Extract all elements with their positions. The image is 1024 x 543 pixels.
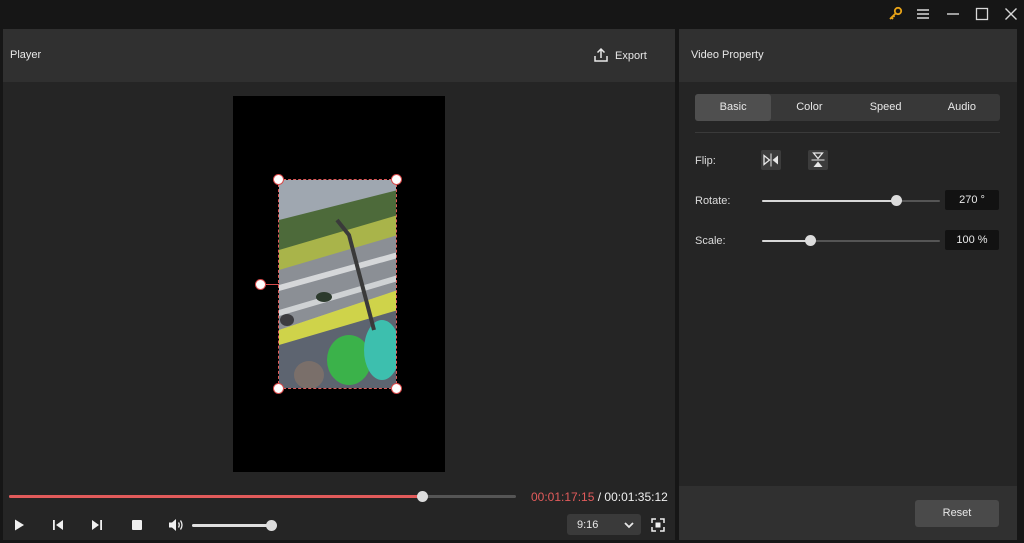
tab-speed[interactable]: Speed [848,94,924,121]
time-display: 00:01:17:15 / 00:01:35:12 [531,490,668,504]
volume-slider[interactable] [192,520,277,531]
video-frame[interactable] [278,179,397,389]
crop-handle-bottom-left[interactable] [273,383,284,394]
property-footer: Reset [679,486,1017,540]
flip-label: Flip: [695,155,716,167]
video-property-panel: Video Property Basic Color Speed Audio F… [679,29,1017,540]
aspect-ratio-value: 9:16 [577,518,599,531]
export-label: Export [615,50,647,62]
player-header: Player Export [3,29,675,82]
crop-handle-top-right[interactable] [391,174,402,185]
progress-knob[interactable] [417,491,429,502]
flip-vertical-button[interactable] [808,150,828,170]
volume-knob[interactable] [266,520,277,531]
player-panel: Player Export 00:01:17:15 / 00:01:35:12 … [3,29,675,540]
volume-fill [192,524,271,527]
export-icon [593,47,609,66]
minimize-icon[interactable] [943,4,963,24]
rotate-handle[interactable] [255,279,266,290]
key-icon[interactable] [886,4,906,24]
tab-color[interactable]: Color [771,94,847,121]
player-title: Player [10,49,42,61]
previous-frame-icon[interactable] [48,515,68,535]
crop-handle-bottom-right[interactable] [391,383,402,394]
flip-horizontal-icon [763,153,778,167]
rotate-knob[interactable] [890,195,902,206]
property-title: Video Property [691,49,764,61]
tab-audio[interactable]: Audio [924,94,1000,121]
maximize-icon[interactable] [972,4,992,24]
preview-canvas [233,96,445,472]
scale-slider[interactable] [762,235,940,246]
rotate-value[interactable]: 270 ° [945,190,999,210]
property-header: Video Property [679,29,1017,82]
progress-bar[interactable] [9,491,516,502]
scale-knob[interactable] [805,235,817,246]
scale-value[interactable]: 100 % [945,230,999,250]
flip-horizontal-button[interactable] [761,150,781,170]
rotate-handle-line [266,284,279,285]
rotate-label: Rotate: [695,195,731,207]
menu-icon[interactable] [913,4,933,24]
tab-basic[interactable]: Basic [695,94,772,121]
volume-icon[interactable] [166,515,186,535]
rotate-slider[interactable] [762,195,940,206]
progress-fill [9,495,423,498]
scale-label: Scale: [695,235,726,247]
scale-fill [762,240,811,242]
current-time: 00:01:17:15 [531,490,595,504]
title-bar [0,0,1024,28]
aspect-ratio-select[interactable]: 9:16 [567,514,641,535]
video-thumbnail [279,180,396,388]
close-icon[interactable] [1001,4,1021,24]
export-button[interactable]: Export [593,45,647,67]
tabs-divider [695,132,1000,133]
next-frame-icon[interactable] [87,515,107,535]
chevron-down-icon [623,519,635,534]
rotate-fill [762,200,896,202]
property-tabs: Basic Color Speed Audio [695,94,1000,121]
stop-icon[interactable] [127,515,147,535]
fullscreen-icon[interactable] [648,515,668,535]
total-time: / 00:01:35:12 [597,490,668,504]
reset-button[interactable]: Reset [915,500,999,527]
flip-vertical-icon [811,152,825,167]
crop-handle-top-left[interactable] [273,174,284,185]
play-icon[interactable] [9,515,29,535]
